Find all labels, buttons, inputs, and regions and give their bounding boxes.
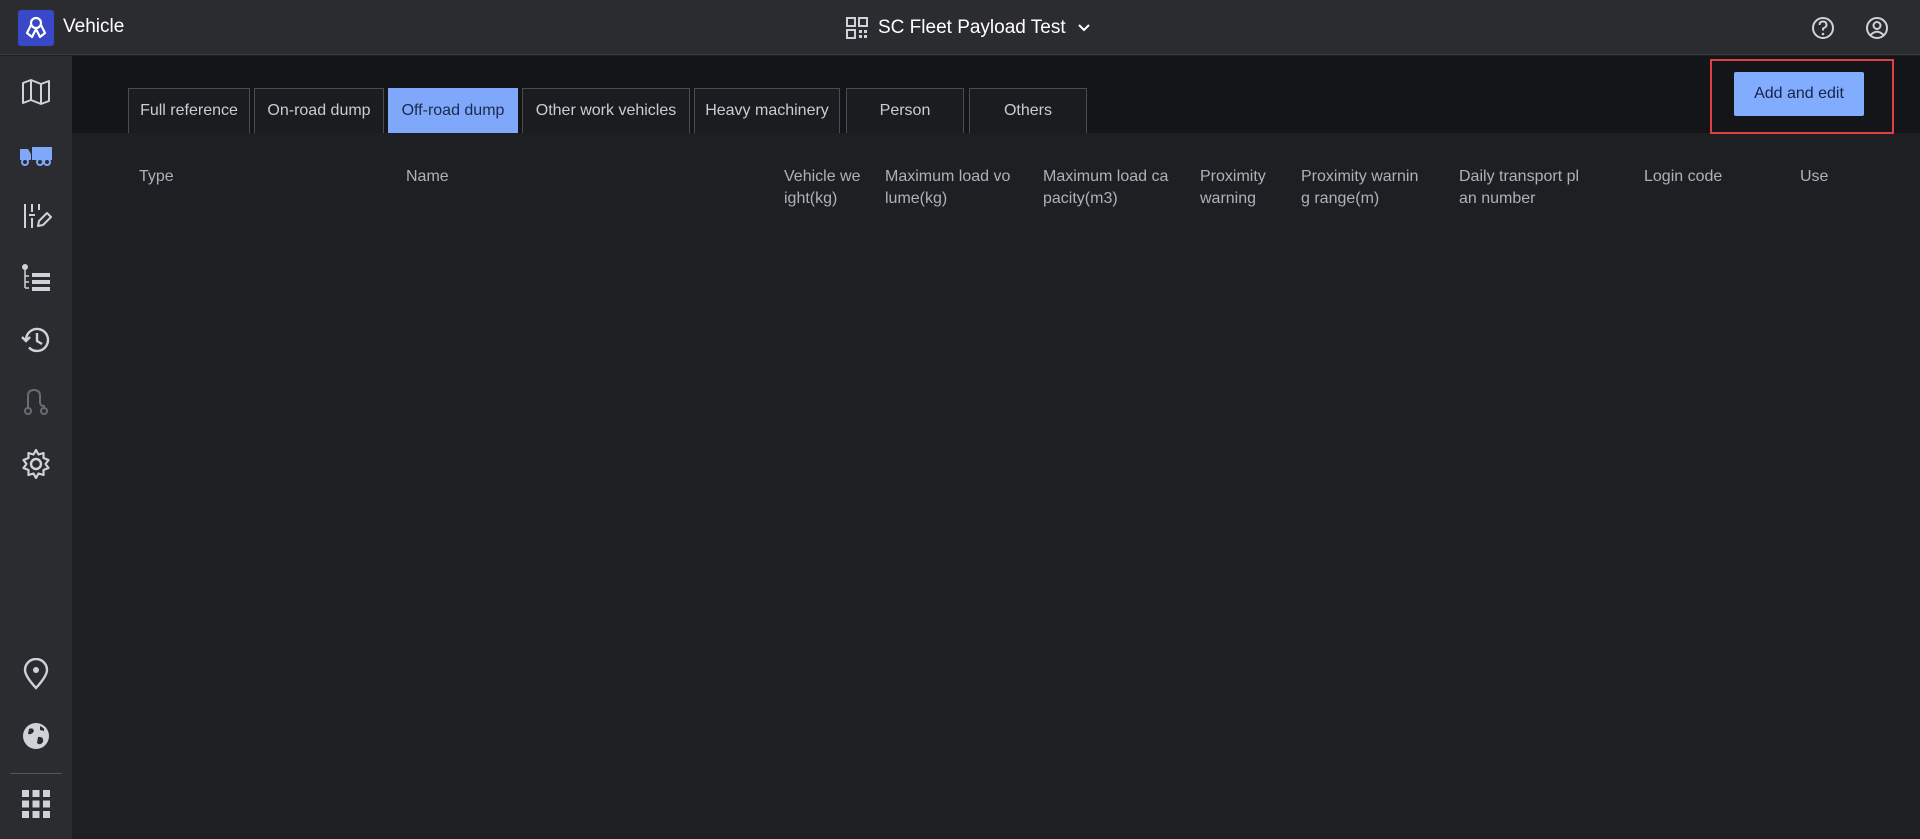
column-header-max-load-volume: Maximum load vo lume(kg)	[885, 166, 1010, 210]
header-line: Type	[139, 168, 174, 185]
column-header-vehicle-weight: Vehicle we ight(kg)	[784, 166, 861, 210]
header-line: lume(kg)	[885, 190, 948, 207]
header-line: Daily transport pl	[1459, 168, 1580, 185]
chevron-down-icon	[1077, 24, 1090, 32]
sidebar-item-edit-settings[interactable]	[16, 196, 56, 236]
header-line: g range(m)	[1301, 190, 1380, 207]
route-icon	[24, 388, 48, 415]
column-header-daily-transport-plan: Daily transport pl an number	[1459, 166, 1579, 210]
header-line: Proximity warnin	[1301, 168, 1419, 185]
sidebar-item-history[interactable]	[16, 320, 56, 360]
sidebar-item-list[interactable]	[16, 258, 56, 298]
sidebar-item-apps[interactable]	[16, 784, 56, 824]
add-and-edit-button[interactable]: Add and edit	[1734, 72, 1864, 116]
sliders-edit-icon	[24, 204, 52, 228]
app-title: Vehicle	[63, 16, 125, 37]
header-line: Use	[1800, 168, 1829, 185]
gear-icon	[22, 448, 50, 480]
tab-others[interactable]: Others	[969, 88, 1087, 133]
sidebar-divider	[10, 773, 62, 774]
qr-code-icon	[846, 17, 868, 39]
tab-strip: Full reference On-road dump Off-road dum…	[72, 56, 1920, 134]
header-line: Proximity	[1200, 168, 1266, 185]
column-header-type: Type	[139, 166, 174, 188]
globe-icon	[23, 723, 49, 749]
tab-person[interactable]: Person	[846, 88, 964, 133]
project-selector[interactable]: SC Fleet Payload Test	[846, 14, 1092, 42]
tab-full-reference[interactable]: Full reference	[128, 88, 250, 133]
help-circle-icon[interactable]	[1809, 14, 1837, 42]
history-icon	[21, 327, 50, 353]
header-line: an number	[1459, 190, 1536, 207]
sidebar	[0, 56, 72, 839]
header-line: ight(kg)	[784, 190, 838, 207]
tab-off-road-dump[interactable]: Off-road dump	[388, 88, 518, 133]
column-header-name: Name	[406, 166, 449, 188]
header-line: Maximum load ca	[1043, 168, 1169, 185]
column-header-proximity-warning-range: Proximity warnin g range(m)	[1301, 166, 1418, 210]
truck-icon	[20, 147, 52, 166]
column-header-login-code: Login code	[1644, 166, 1722, 188]
header-line: Name	[406, 168, 449, 185]
project-name: SC Fleet Payload Test	[878, 17, 1066, 38]
tab-heavy-machinery[interactable]: Heavy machinery	[694, 88, 840, 133]
sidebar-item-route[interactable]	[16, 382, 56, 422]
user-circle-icon[interactable]	[1863, 14, 1891, 42]
main-content: Full reference On-road dump Off-road dum…	[72, 56, 1920, 839]
list-icon	[22, 264, 50, 291]
header-line: Vehicle we	[784, 168, 861, 185]
grid-icon	[22, 790, 50, 818]
header-line: pacity(m3)	[1043, 190, 1118, 207]
column-header-proximity-warning: Proximity warning	[1200, 166, 1266, 210]
sidebar-item-globe[interactable]	[16, 716, 56, 756]
header-line: Login code	[1644, 168, 1723, 185]
sidebar-item-vehicle[interactable]	[16, 134, 56, 174]
map-pin-icon	[23, 658, 49, 690]
header-line: warning	[1200, 190, 1257, 207]
sidebar-item-settings[interactable]	[16, 444, 56, 484]
column-header-use: Use	[1800, 166, 1828, 188]
top-bar: Vehicle SC Fleet Payload Test	[0, 0, 1920, 55]
column-header-max-load-capacity: Maximum load ca pacity(m3)	[1043, 166, 1168, 210]
vehicle-logo-icon[interactable]	[18, 10, 54, 46]
map-icon	[22, 79, 50, 105]
header-line: Maximum load vo	[885, 168, 1011, 185]
sidebar-item-location[interactable]	[16, 654, 56, 694]
sidebar-item-map[interactable]	[16, 72, 56, 112]
tab-other-work-vehicles[interactable]: Other work vehicles	[522, 88, 690, 133]
tab-on-road-dump[interactable]: On-road dump	[254, 88, 384, 133]
